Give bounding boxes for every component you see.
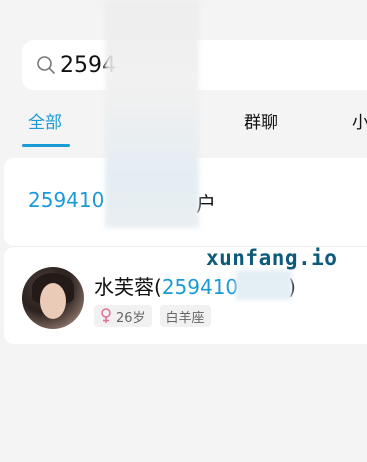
zodiac-label: 白羊座	[165, 310, 205, 326]
uid-result-link[interactable]: 259410	[28, 188, 104, 212]
contact-tags: 26岁 白羊座	[94, 305, 211, 327]
contact-open-paren: (	[154, 275, 162, 299]
watermark: xunfang.io	[206, 246, 338, 270]
contact-display-name: 水芙蓉	[94, 275, 154, 299]
search-icon	[37, 56, 55, 74]
avatar[interactable]	[22, 267, 84, 329]
redaction-blur-id	[236, 270, 292, 300]
tab-group-chat[interactable]: 群聊	[244, 108, 278, 133]
search-page: 全部 群聊 小 259410 户 水芙蓉(259410) 26岁	[0, 0, 367, 462]
uid-result-suffix: 户	[196, 192, 216, 216]
zodiac-tag: 白羊座	[159, 305, 211, 327]
age-label: 26岁	[116, 310, 146, 326]
active-tab-indicator	[22, 144, 70, 147]
age-tag: 26岁	[94, 305, 152, 327]
contact-id: 259410	[161, 275, 239, 299]
tab-all[interactable]: 全部	[28, 108, 62, 133]
avatar-face	[40, 283, 66, 319]
tab-mini[interactable]: 小	[352, 108, 367, 133]
female-icon	[101, 308, 111, 323]
redaction-blur	[105, 0, 199, 228]
